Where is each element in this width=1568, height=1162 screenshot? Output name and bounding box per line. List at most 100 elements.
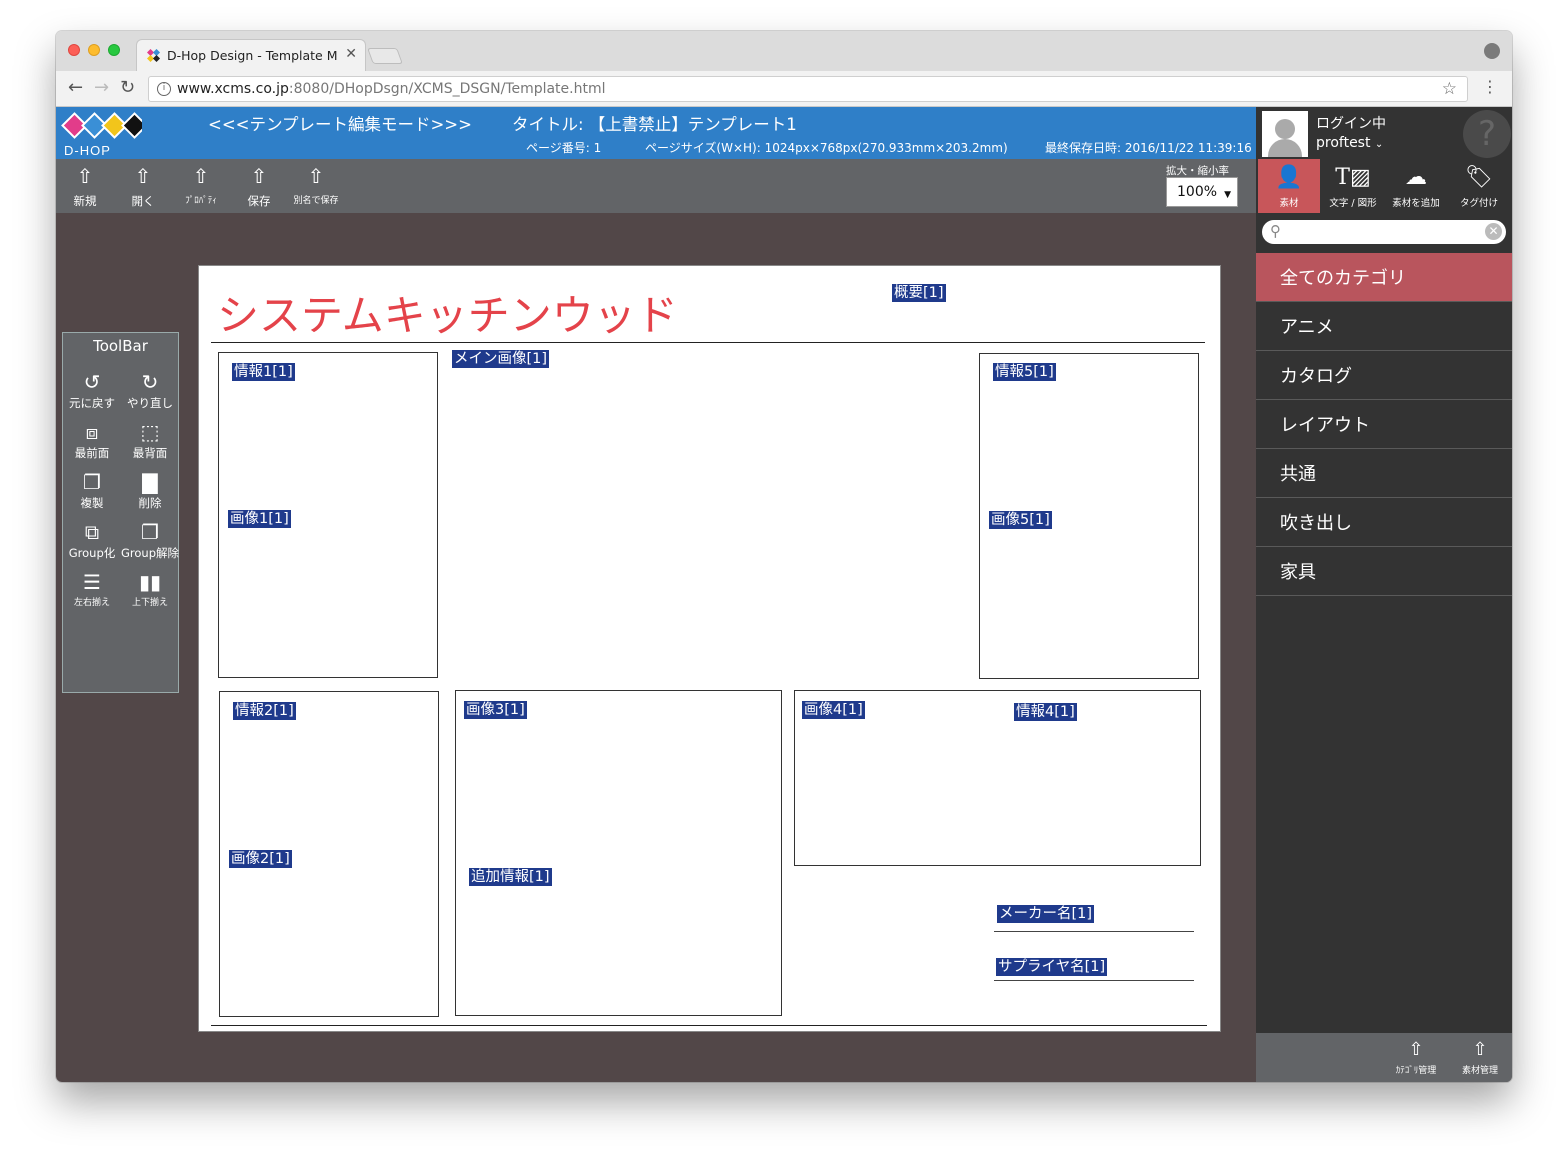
- image3-box[interactable]: [455, 690, 782, 1016]
- tag-main-image[interactable]: メイン画像[1]: [452, 350, 550, 368]
- close-window-button[interactable]: [68, 44, 80, 56]
- url-path: :8080/DHopDsgn/XCMS_DSGN/Template.html: [288, 81, 606, 97]
- back-icon[interactable]: ←: [68, 77, 83, 98]
- app-header: D-HOP <<<テンプレート編集モード>>> タイトル: 【上書禁止】テンプレ…: [56, 107, 1256, 159]
- group-button[interactable]: ⧉ Group化: [63, 519, 121, 561]
- category-speech-bubble[interactable]: 吹き出し: [1256, 498, 1512, 547]
- forward-icon[interactable]: →: [94, 77, 109, 98]
- tag-info2[interactable]: 情報2[1]: [233, 702, 296, 720]
- new-tab-button[interactable]: [367, 48, 403, 64]
- category-anime[interactable]: アニメ: [1256, 302, 1512, 351]
- site-info-icon[interactable]: i: [157, 82, 171, 96]
- new-label: 新規: [73, 194, 97, 208]
- browser-profile-icon[interactable]: [1484, 43, 1500, 59]
- bring-front-icon: ⧈: [85, 420, 99, 444]
- undo-icon: ↺: [83, 370, 101, 394]
- category-all[interactable]: 全てのカテゴリ: [1256, 253, 1512, 302]
- upload-arrow-icon: ⇧: [1472, 1039, 1488, 1060]
- ungroup-label: Group解除: [121, 546, 180, 560]
- bring-front-button[interactable]: ⧈ 最前面: [63, 419, 121, 461]
- tag-image5[interactable]: 画像5[1]: [989, 511, 1052, 529]
- redo-label: やり直し: [127, 396, 173, 410]
- avatar[interactable]: [1262, 111, 1308, 157]
- redo-button[interactable]: ↻ やり直し: [121, 369, 179, 411]
- tag-additional-info[interactable]: 追加情報[1]: [469, 868, 552, 886]
- chevron-down-icon: ▼: [1224, 190, 1231, 200]
- align-horizontal-button[interactable]: ☰ 左右揃え: [63, 569, 121, 608]
- new-button[interactable]: ⇧ 新規: [60, 165, 110, 209]
- tag-image4[interactable]: 画像4[1]: [802, 701, 865, 719]
- title-divider: [211, 342, 1205, 343]
- undo-button[interactable]: ↺ 元に戻す: [63, 369, 121, 411]
- tag-maker-name[interactable]: メーカー名[1]: [997, 905, 1095, 923]
- text-image-icon: T▨: [1335, 165, 1371, 190]
- align-horizontal-label: 左右揃え: [73, 598, 110, 608]
- category-furniture[interactable]: 家具: [1256, 547, 1512, 596]
- category-common[interactable]: 共通: [1256, 449, 1512, 498]
- url-input[interactable]: i www.xcms.co.jp:8080/DHopDsgn/XCMS_DSGN…: [148, 76, 1468, 102]
- help-icon[interactable]: ?: [1463, 110, 1511, 158]
- tab-add-asset[interactable]: ☁ 素材を追加: [1386, 159, 1446, 213]
- tab-assets[interactable]: 👤 素材: [1258, 159, 1320, 213]
- tag-image2[interactable]: 画像2[1]: [229, 850, 292, 868]
- template-canvas[interactable]: システムキッチンウッド 概要[1] 情報1[1] 画像1[1] メイン画像[1]…: [198, 265, 1221, 1032]
- address-bar: ← → ↻ i www.xcms.co.jp:8080/DHopDsgn/XCM…: [56, 71, 1512, 107]
- upload-arrow-icon: ⇧: [76, 164, 94, 188]
- duplicate-button[interactable]: ❐ 複製: [63, 469, 121, 511]
- tag-image1[interactable]: 画像1[1]: [228, 510, 291, 528]
- person-icon: 👤: [1275, 165, 1303, 190]
- tab-text-shape[interactable]: T▨ 文字 / 図形: [1320, 159, 1386, 213]
- undo-label: 元に戻す: [69, 396, 115, 410]
- open-button[interactable]: ⇧ 開く: [118, 165, 168, 209]
- tab-close-icon[interactable]: ✕: [345, 46, 357, 62]
- save-as-button[interactable]: ⇧ 別名で保存: [286, 165, 346, 206]
- tab-title: D-Hop Design - Template Mod: [167, 48, 337, 63]
- category-layout[interactable]: レイアウト: [1256, 400, 1512, 449]
- maximize-window-button[interactable]: [108, 44, 120, 56]
- category-catalog[interactable]: カタログ: [1256, 351, 1512, 400]
- page-number: ページ番号: 1: [526, 141, 602, 155]
- tag-image3[interactable]: 画像3[1]: [464, 701, 527, 719]
- browser-menu-icon[interactable]: ⋮: [1482, 77, 1498, 96]
- tag-info4[interactable]: 情報4[1]: [1014, 703, 1077, 721]
- tab-add-asset-label: 素材を追加: [1392, 198, 1440, 209]
- search-input[interactable]: ⚲ ✕: [1262, 220, 1506, 244]
- username-dropdown[interactable]: proftest ⌄: [1316, 135, 1383, 151]
- align-vertical-icon: ▮▮: [138, 570, 161, 594]
- user-panel: ログイン中 proftest ⌄ ?: [1256, 107, 1512, 159]
- properties-button[interactable]: ⇧ ﾌﾟﾛﾊﾟﾃｨ: [176, 165, 226, 206]
- category-list: 全てのカテゴリ アニメ カタログ レイアウト 共通 吹き出し 家具: [1256, 253, 1512, 1033]
- ungroup-button[interactable]: ❐ Group解除: [121, 519, 179, 561]
- align-vertical-button[interactable]: ▮▮ 上下揃え: [121, 569, 179, 608]
- bookmark-star-icon[interactable]: ☆: [1442, 79, 1457, 99]
- clear-search-icon[interactable]: ✕: [1485, 223, 1502, 240]
- reload-icon[interactable]: ↻: [120, 77, 135, 98]
- tag-icon: 🏷: [1465, 165, 1493, 190]
- url-text: www.xcms.co.jp:8080/DHopDsgn/XCMS_DSGN/T…: [177, 81, 606, 97]
- delete-button[interactable]: ▇ 削除: [121, 469, 179, 511]
- template-title-text[interactable]: システムキッチンウッド: [217, 282, 678, 343]
- main-toolbar: ⇧ 新規 ⇧ 開く ⇧ ﾌﾟﾛﾊﾟﾃｨ ⇧ 保存 ⇧ 別名で保存 拡大・縮小率 …: [56, 159, 1256, 213]
- save-button[interactable]: ⇧ 保存: [234, 165, 284, 209]
- toolbox-title: ToolBar: [93, 337, 148, 355]
- cloud-upload-icon: ☁: [1405, 165, 1427, 190]
- duplicate-label: 複製: [80, 496, 104, 510]
- browser-tab[interactable]: D-Hop Design - Template Mod ✕: [136, 39, 366, 71]
- tag-info1[interactable]: 情報1[1]: [232, 363, 295, 381]
- category-manage-button[interactable]: ⇧ ｶﾃｺﾞﾘ管理: [1386, 1039, 1446, 1076]
- toolbox-panel[interactable]: ToolBar ↺ 元に戻す ↻ やり直し ⧈ 最前面 ⬚ 最背面 ❐ 複製 ▇…: [62, 332, 179, 693]
- open-label: 開く: [131, 194, 155, 208]
- send-back-button[interactable]: ⬚ 最背面: [121, 419, 179, 461]
- tag-supplier-name[interactable]: サプライヤ名[1]: [996, 958, 1108, 976]
- asset-manage-button[interactable]: ⇧ 素材管理: [1452, 1039, 1508, 1076]
- tag-summary[interactable]: 概要[1]: [892, 284, 946, 302]
- upload-arrow-icon: ⇧: [250, 164, 268, 188]
- duplicate-icon: ❐: [83, 470, 101, 494]
- minimize-window-button[interactable]: [88, 44, 100, 56]
- tab-tagging[interactable]: 🏷 タグ付け: [1448, 159, 1510, 213]
- upload-arrow-icon: ⇧: [134, 164, 152, 188]
- send-back-icon: ⬚: [140, 420, 160, 444]
- tag-info5[interactable]: 情報5[1]: [993, 363, 1056, 381]
- zoom-select[interactable]: 100% ▼: [1166, 177, 1238, 207]
- category-manage-label: ｶﾃｺﾞﾘ管理: [1395, 1066, 1437, 1076]
